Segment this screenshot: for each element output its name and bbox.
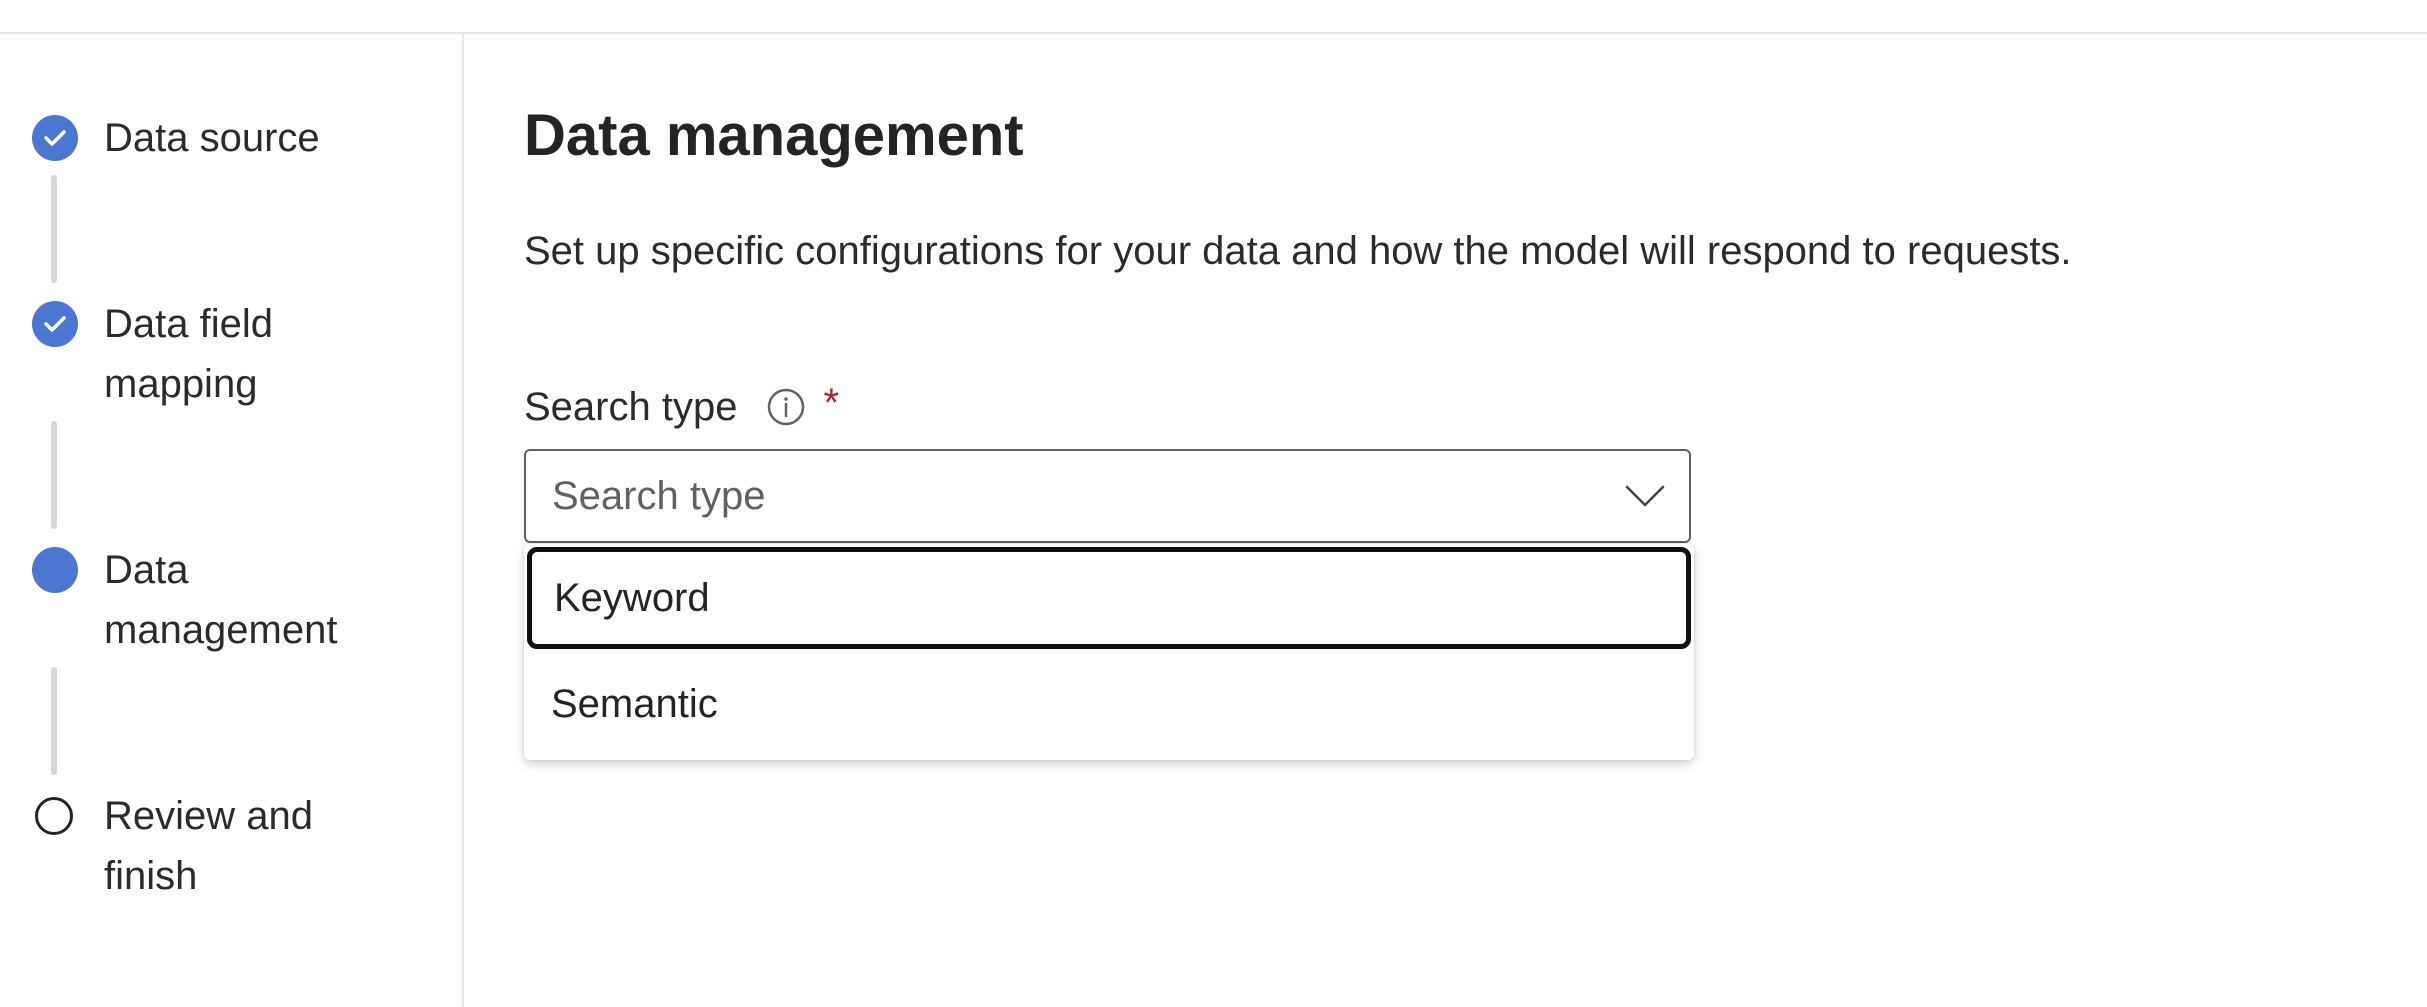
step-label-line-2: management: [104, 608, 338, 652]
step-label-line-1: Data field: [104, 302, 273, 346]
step-connector: [51, 175, 57, 283]
wizard-step-data-management[interactable]: Data management: [0, 540, 460, 660]
option-label: Semantic: [551, 681, 718, 726]
step-completed-check-icon: [32, 115, 78, 161]
option-keyword[interactable]: Keyword: [527, 547, 1691, 649]
wizard-steps-panel: Data source Data field mapping Data mana…: [0, 34, 464, 1007]
wizard-step-data-source[interactable]: Data source: [0, 108, 460, 168]
search-type-listbox: Keyword Semantic: [524, 544, 1694, 760]
empty-circle-icon: [35, 797, 73, 835]
info-icon[interactable]: [767, 388, 805, 426]
search-type-dropdown[interactable]: Search type: [524, 449, 1691, 543]
option-semantic[interactable]: Semantic: [524, 652, 1694, 756]
required-marker: *: [823, 381, 840, 425]
step-connector: [51, 421, 57, 529]
page-title: Data management: [524, 103, 1024, 168]
step-label-line-1: Data: [104, 548, 189, 592]
step-label-line-1: Review and: [104, 794, 314, 838]
step-completed-check-icon: [32, 301, 78, 347]
search-type-label: Search type: [524, 384, 738, 429]
current-step-dot-icon: [32, 547, 78, 593]
step-label-line-2: mapping: [104, 362, 258, 406]
search-type-label-row: Search type *: [524, 377, 839, 437]
step-label-line-2: finish: [104, 854, 198, 898]
option-label: Keyword: [554, 575, 710, 620]
top-bar: [0, 0, 2427, 34]
chevron-down-icon: [1623, 474, 1667, 518]
step-label: Data source: [104, 116, 320, 160]
main-content: Data management Set up specific configur…: [524, 34, 2404, 1007]
search-type-placeholder: Search type: [552, 473, 766, 518]
page-description: Set up specific configurations for your …: [524, 229, 2072, 273]
step-connector: [51, 667, 57, 775]
wizard-step-data-field-mapping[interactable]: Data field mapping: [0, 294, 460, 414]
wizard-step-review-and-finish[interactable]: Review and finish: [0, 786, 460, 906]
